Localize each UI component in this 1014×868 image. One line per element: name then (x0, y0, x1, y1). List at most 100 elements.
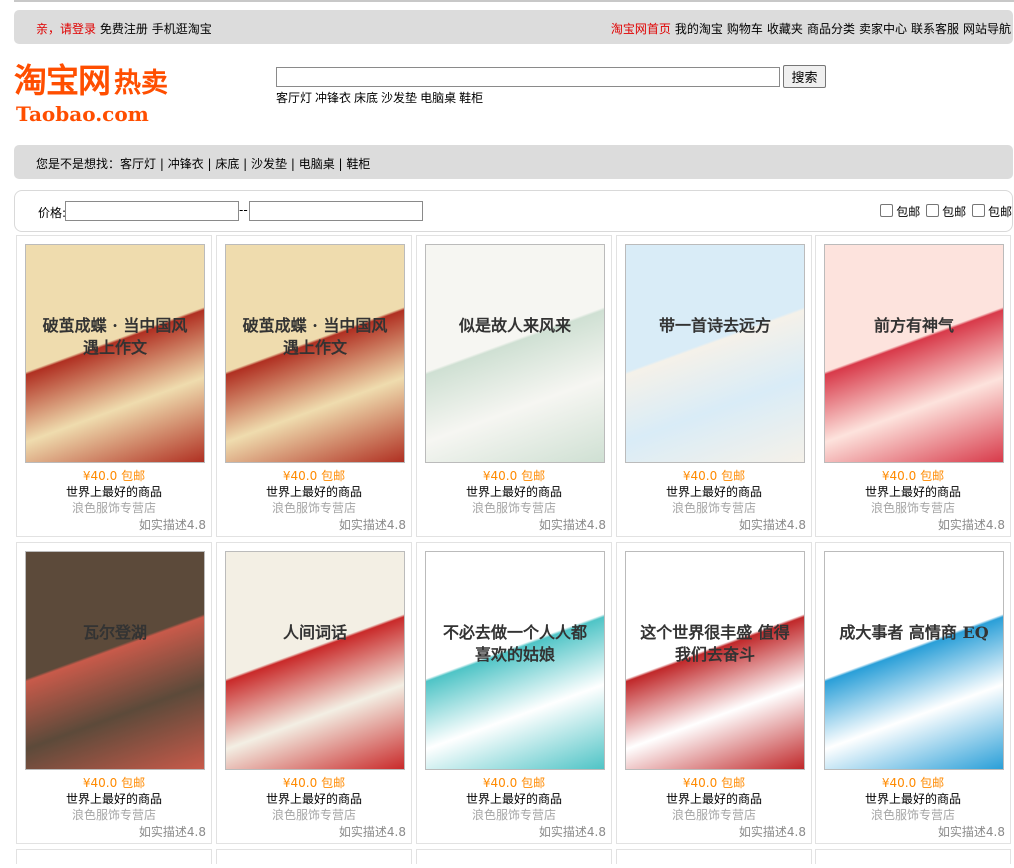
shop-name[interactable]: 浪色服饰专营店 (217, 499, 411, 516)
logo-text: 淘宝网 热卖 (14, 61, 168, 100)
price-separator: -- (239, 203, 248, 217)
product-image[interactable]: 似是故人来风来 (425, 244, 605, 463)
hot-word-link[interactable]: 鞋柜 (459, 91, 483, 105)
nav-cart-link[interactable]: 购物车 (727, 22, 763, 36)
price-label: 价格: (38, 206, 67, 220)
price-min-input[interactable] (65, 201, 239, 221)
nav-sitemap-link[interactable]: 网站导航 (963, 22, 1011, 36)
product-card[interactable]: 成大事者 高情商 EQ ¥40.0 包邮 世界上最好的商品 浪色服饰专营店 如实描述4.… (815, 542, 1011, 844)
rating-text: 如实描述4.8 (138, 825, 206, 839)
nav-categories-link[interactable]: 商品分类 (807, 22, 855, 36)
register-link[interactable]: 免费注册 (100, 22, 148, 36)
product-image[interactable]: 破茧成蝶 · 当中国风遇上作文 (225, 244, 405, 463)
search-input[interactable] (276, 67, 780, 87)
product-card-partial (216, 849, 412, 864)
product-price: ¥40.0 包邮 (82, 469, 146, 483)
product-price: ¥40.0 包邮 (881, 776, 945, 790)
rating-text: 如实描述4.8 (338, 825, 406, 839)
top-bar: 亲，请登录 免费注册 手机逛淘宝 淘宝网首页 我的淘宝 购物车 收藏夹 商品分类 卖家中心… (14, 10, 1013, 44)
hot-word-link[interactable]: 沙发垫 (381, 91, 417, 105)
top-bar-right: 淘宝网首页 我的淘宝 购物车 收藏夹 商品分类 卖家中心 联系客服 网站导航 (611, 20, 1011, 37)
checkbox-icon[interactable] (926, 204, 940, 217)
rating-text: 如实描述4.8 (538, 825, 606, 839)
nav-seller-center-link[interactable]: 卖家中心 (859, 22, 907, 36)
hot-word-link[interactable]: 冲锋衣 (315, 91, 351, 105)
cover-title: 前方有神气 (873, 316, 954, 335)
product-card[interactable]: 瓦尔登湖 ¥40.0 包邮 世界上最好的商品 浪色服饰专营店如实描述4.8 (16, 542, 212, 844)
price-max-input[interactable] (249, 201, 423, 221)
product-image[interactable]: 成大事者 高情商 EQ (824, 551, 1004, 770)
product-title[interactable]: 世界上最好的商品 (17, 790, 211, 807)
product-card-partial (616, 849, 812, 864)
product-title[interactable]: 世界上最好的商品 (217, 483, 411, 500)
product-image[interactable]: 前方有神气 (824, 244, 1004, 463)
shop-name[interactable]: 浪色服饰专营店 (217, 806, 411, 823)
filter-bar: 价格: -- 包邮 包邮 包邮 (14, 190, 1013, 232)
nav-my-taobao-link[interactable]: 我的淘宝 (675, 22, 723, 36)
product-title[interactable]: 世界上最好的商品 (417, 790, 611, 807)
hot-word-link[interactable]: 床底 (354, 91, 378, 105)
product-card[interactable]: 这个世界很丰盛 值得我们去奋斗 ¥40.0 包邮 世界上最好的商品 浪色服饰专营店 如实… (616, 542, 812, 844)
suggestion-links[interactable]: 客厅灯 | 冲锋衣 | 床底 | 沙发垫 | 电脑桌 | 鞋柜 (120, 157, 370, 171)
product-image[interactable]: 人间词话 (225, 551, 405, 770)
shop-name[interactable]: 浪色服饰专营店 (417, 806, 611, 823)
rating-text: 如实描述4.8 (538, 518, 606, 532)
product-image[interactable]: 带一首诗去远方 (625, 244, 805, 463)
free-shipping-checkbox[interactable]: 包邮 (880, 204, 920, 219)
cover-title: 似是故人来风来 (458, 316, 571, 335)
product-title[interactable]: 世界上最好的商品 (17, 483, 211, 500)
shop-name[interactable]: 浪色服饰专营店 (617, 499, 811, 516)
product-title[interactable]: 世界上最好的商品 (617, 483, 811, 500)
rating-text: 如实描述4.8 (937, 518, 1005, 532)
product-price: ¥40.0 包邮 (482, 469, 546, 483)
rating-text: 如实描述4.8 (738, 518, 806, 532)
login-link[interactable]: 亲，请登录 (36, 22, 96, 36)
nav-support-link[interactable]: 联系客服 (911, 22, 959, 36)
hot-word-link[interactable]: 客厅灯 (276, 91, 312, 105)
mobile-link[interactable]: 手机逛淘宝 (152, 22, 212, 36)
checkbox-icon[interactable] (971, 204, 985, 217)
taobao-logo[interactable]: 淘宝网 热卖 Taobao.com (14, 61, 234, 127)
shop-name[interactable]: 浪色服饰专营店 (816, 499, 1010, 516)
shop-name[interactable]: 浪色服饰专营店 (816, 806, 1010, 823)
product-title[interactable]: 世界上最好的商品 (217, 790, 411, 807)
product-image[interactable]: 破茧成蝶 · 当中国风遇上作文 (25, 244, 205, 463)
search-button[interactable]: 搜索 (783, 65, 826, 88)
nav-home-link[interactable]: 淘宝网首页 (611, 22, 671, 36)
product-title[interactable]: 世界上最好的商品 (816, 483, 1010, 500)
product-image[interactable]: 这个世界很丰盛 值得我们去奋斗 (625, 551, 805, 770)
cover-title: 人间词话 (282, 623, 347, 642)
product-image[interactable]: 瓦尔登湖 (25, 551, 205, 770)
product-card[interactable]: 似是故人来风来 ¥40.0 包邮 世界上最好的商品 浪色服饰专营店如实描述4.8 (416, 235, 612, 537)
rating-text: 如实描述4.8 (738, 825, 806, 839)
product-title[interactable]: 世界上最好的商品 (617, 790, 811, 807)
cover-title: 这个世界很丰盛 值得我们去奋斗 (640, 623, 790, 664)
shop-name[interactable]: 浪色服饰专营店 (617, 806, 811, 823)
product-card[interactable]: 前方有神气 ¥40.0 包邮 世界上最好的商品 浪色服饰专营店 如实描述4.8 (815, 235, 1011, 537)
product-title[interactable]: 世界上最好的商品 (816, 790, 1010, 807)
shop-name[interactable]: 浪色服饰专营店 (17, 806, 211, 823)
checkbox-icon[interactable] (880, 204, 894, 217)
free-shipping-checks: 包邮 包邮 包邮 (878, 203, 1012, 220)
product-price: ¥40.0 包邮 (82, 776, 146, 790)
product-card[interactable]: 破茧成蝶 · 当中国风遇上作文 ¥40.0 包邮 世界上最好的商品 浪色服饰专营店 如实… (216, 235, 412, 537)
top-bar-left: 亲，请登录 免费注册 手机逛淘宝 (36, 20, 212, 37)
shop-name[interactable]: 浪色服饰专营店 (417, 499, 611, 516)
product-image[interactable]: 不必去做一个人人都喜欢的姑娘 (425, 551, 605, 770)
product-title[interactable]: 世界上最好的商品 (417, 483, 611, 500)
shop-name[interactable]: 浪色服饰专营店 (17, 499, 211, 516)
nav-favorites-link[interactable]: 收藏夹 (767, 22, 803, 36)
suggestion-text: 您是不是想找：客厅灯 | 冲锋衣 | 床底 | 沙发垫 | 电脑桌 | 鞋柜 (36, 157, 371, 171)
cover-title: 带一首诗去远方 (658, 316, 771, 335)
product-card[interactable]: 带一首诗去远方 ¥40.0 包邮 世界上最好的商品 浪色服饰专营店 如实描述4.8 (616, 235, 812, 537)
cover-title: 不必去做一个人人都喜欢的姑娘 (442, 623, 587, 664)
rating-text: 如实描述4.8 (138, 518, 206, 532)
free-shipping-checkbox[interactable]: 包邮 (926, 204, 966, 219)
product-card[interactable]: 人间词话 ¥40.0 包邮 世界上最好的商品 浪色服饰专营店 如实描述4.8 (216, 542, 412, 844)
free-shipping-checkbox[interactable]: 包邮 (971, 204, 1012, 219)
hot-word-link[interactable]: 电脑桌 (420, 91, 456, 105)
cover-title: 成大事者 高情商 EQ (839, 623, 989, 642)
product-card[interactable]: 破茧成蝶 · 当中国风遇上作文 ¥40.0 包邮 世界上最好的商品 浪色服饰专营店如实… (16, 235, 212, 537)
product-card-partial (16, 849, 212, 864)
product-card[interactable]: 不必去做一个人人都喜欢的姑娘 ¥40.0 包邮 世界上最好的商品 浪色服饰专营店 如实描… (416, 542, 612, 844)
